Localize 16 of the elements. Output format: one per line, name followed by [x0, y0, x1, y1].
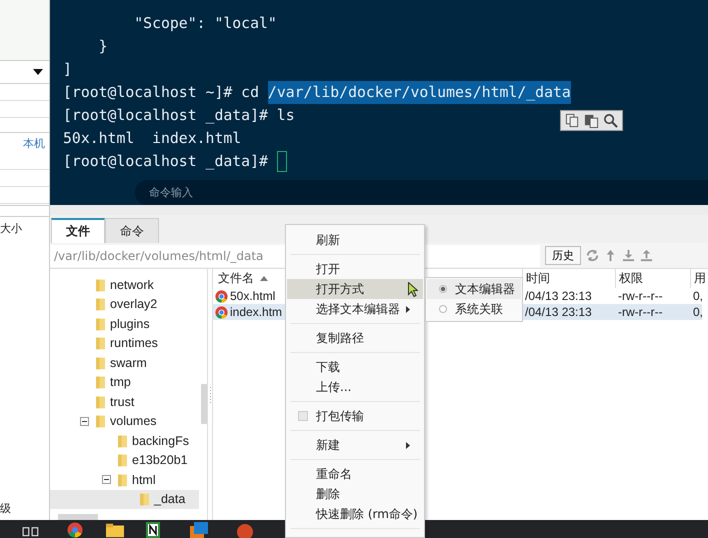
table-cell-text: 0, [692, 289, 702, 303]
table-cell-text: -rw-r--r-- [617, 289, 664, 303]
terminal-text: "Scope": "local" [133, 14, 277, 34]
terminal-text: [root@localhost _data]# [63, 152, 269, 172]
table-cell: 0, [690, 304, 702, 320]
row-label: 级 [0, 501, 11, 516]
terminal-text: } [98, 37, 108, 57]
table-cell-text: /04/13 23:13 [524, 289, 593, 303]
column-header: 大小 [0, 221, 22, 236]
terminal-text: ] [63, 60, 72, 80]
terminal-text: 50x.html index.html [63, 129, 242, 149]
table-cell: -rw-r--r-- [615, 304, 690, 320]
terminal-text: [root@localhost _data]# ls [63, 106, 295, 126]
table-cell: /04/13 23:13 [522, 304, 615, 320]
terminal-text: /var/lib/docker/volumes/html/_data [268, 81, 571, 104]
terminal-text: [root@localhost ~]# cd [63, 83, 260, 103]
